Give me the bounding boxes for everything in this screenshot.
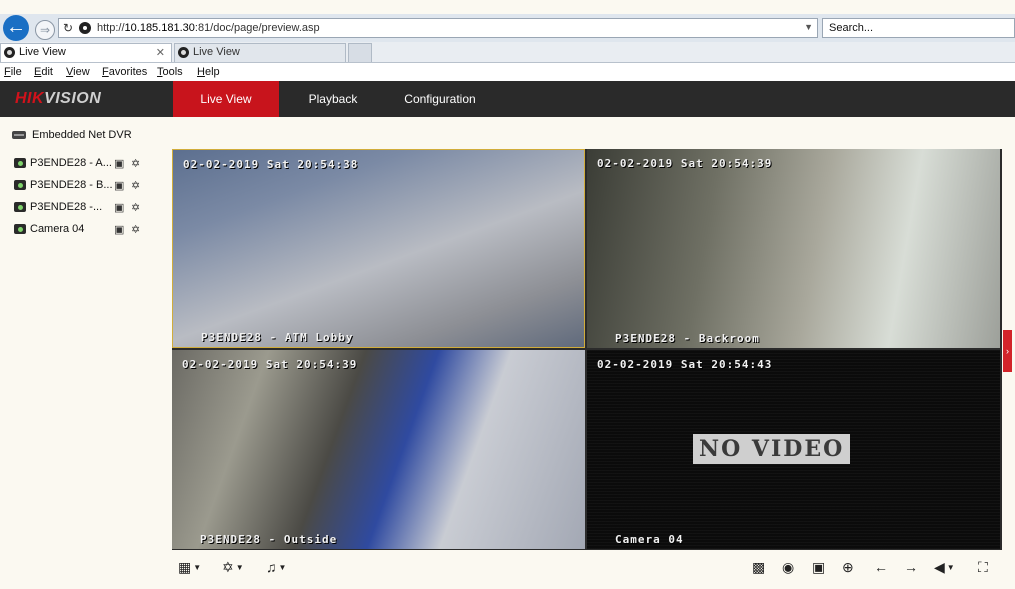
camera-label: P3ENDE28 - B... [30,179,113,191]
menu-file[interactable]: File [4,66,22,78]
browser-tab[interactable]: Live View [174,43,346,62]
close-icon[interactable]: ✕ [156,46,165,59]
zoom-in-icon: ⊕ [842,559,854,575]
url-text: http://10.185.181.30:81/doc/page/preview… [97,22,320,34]
dvr-icon [12,131,26,140]
browser-tab-active[interactable]: Live View ✕ [0,43,172,62]
video-window-1[interactable]: 02-02-2019 Sat 20:54:38 P3ENDE28 - ATM L… [172,149,585,348]
menu-tools[interactable]: Tools [157,66,183,78]
digital-zoom-button[interactable]: ⊕ [842,557,854,577]
video-record-icon: ▣ [812,559,826,575]
record-all-button[interactable]: ▣ [812,557,825,577]
capture-button[interactable]: ◉ [782,557,794,577]
camera-item[interactable]: P3ENDE28 -... ▣ ✡ [14,201,140,217]
device-sidebar: Embedded Net DVR P3ENDE28 - A... ▣ ✡ P3E… [0,117,166,589]
tab-favicon-icon [178,47,189,58]
volume-icon: ◀ [934,559,945,575]
record-icon[interactable]: ▣ [114,201,124,214]
previous-page-button[interactable]: ← [874,557,888,577]
refresh-icon[interactable]: ↻ [63,21,73,35]
record-icon[interactable]: ▣ [114,223,124,236]
url-field[interactable]: ↻ http://10.185.181.30:81/doc/page/previ… [58,18,818,38]
stop-all-button[interactable]: ▩ [752,557,765,577]
camera-icon [14,224,26,235]
search-input[interactable]: Search... [822,18,1015,38]
tab-configuration[interactable]: Configuration [392,81,488,117]
camera-item[interactable]: Camera 04 ▣ ✡ [14,223,140,239]
tab-playback[interactable]: Playback [290,81,376,117]
arrow-left-icon: ← [874,559,888,575]
video-timestamp: 02-02-2019 Sat 20:54:43 [597,358,773,371]
forward-arrow-icon[interactable]: ⇒ [35,20,55,40]
camera-label: Camera 04 [30,223,85,235]
device-label: Embedded Net DVR [32,129,132,141]
app-header: HIKVISION Live View Playback Configurati… [0,81,1015,117]
fullscreen-icon: ⛶ [978,559,988,575]
record-icon[interactable]: ▣ [114,179,124,192]
menu-help[interactable]: Help [197,66,220,78]
stream-type-button[interactable]: ✡ ▼ [222,557,244,577]
arrow-right-icon: → [904,559,918,575]
video-window-3[interactable]: 02-02-2019 Sat 20:54:39 P3ENDE28 - Outsi… [172,350,585,549]
video-window-2[interactable]: 02-02-2019 Sat 20:54:39 P3ENDE28 - Backr… [587,149,1000,348]
no-video-indicator: NO VIDEO [693,434,851,464]
site-favicon-icon [79,22,91,34]
chevron-down-icon: ▼ [193,563,202,573]
fullscreen-button[interactable]: ⛶ [978,557,988,577]
back-arrow-icon[interactable]: ← [3,15,29,41]
menu-edit[interactable]: Edit [34,66,53,78]
live-view-grid: 02-02-2019 Sat 20:54:38 P3ENDE28 - ATM L… [172,149,1002,550]
video-timestamp: 02-02-2019 Sat 20:54:38 [183,158,359,171]
stream-icon: ✡ [222,559,234,575]
ptz-icon[interactable]: ✡ [131,201,140,214]
video-channel-name: P3ENDE28 - Outside [200,533,338,546]
panel-expand-handle[interactable]: › [1003,330,1012,372]
tab-label: Live View [193,46,240,58]
camera-label: P3ENDE28 -... [30,201,103,213]
chevron-down-icon: ▼ [946,563,955,573]
hikvision-logo: HIKVISION [15,90,102,107]
grid-layout-icon: ▦ [178,559,192,575]
ptz-icon[interactable]: ✡ [131,223,140,236]
volume-button[interactable]: ◀ ▼ [934,557,955,577]
menu-favorites[interactable]: Favorites [102,66,147,78]
chevron-down-icon: ▼ [235,563,244,573]
record-icon[interactable]: ▣ [114,157,124,170]
camera-item[interactable]: P3ENDE28 - A... ▣ ✡ [14,157,140,173]
browser-menu-bar: File Edit View Favorites Tools Help [0,63,1015,81]
tab-label: Live View [19,46,66,58]
camera-icon [14,180,26,191]
camera-icon [14,158,26,169]
window-layout-button[interactable]: ▦ ▼ [178,557,201,577]
camera-label: P3ENDE28 - A... [30,157,112,169]
new-tab-button[interactable] [348,43,372,62]
browser-tab-strip: Live View ✕ Live View [0,42,1015,63]
microphone-icon: ♫ [266,559,277,575]
ptz-icon[interactable]: ✡ [131,157,140,170]
two-way-audio-button[interactable]: ♫ ▼ [266,557,286,577]
next-page-button[interactable]: → [904,557,918,577]
video-channel-name: P3ENDE28 - Backroom [615,332,760,345]
video-timestamp: 02-02-2019 Sat 20:54:39 [182,358,358,371]
camera-capture-icon: ◉ [782,559,795,575]
device-tree-root[interactable]: Embedded Net DVR [12,129,132,141]
stop-all-icon: ▩ [752,559,766,575]
video-channel-name: Camera 04 [615,533,684,546]
camera-item[interactable]: P3ENDE28 - B... ▣ ✡ [14,179,140,195]
tab-favicon-icon [4,47,15,58]
ptz-icon[interactable]: ✡ [131,179,140,192]
menu-view[interactable]: View [66,66,90,78]
url-dropdown-icon[interactable]: ▼ [804,22,813,32]
camera-icon [14,202,26,213]
tab-live-view[interactable]: Live View [173,81,279,117]
live-view-toolbar: ▦ ▼ ✡ ▼ ♫ ▼ ▩ ◉ ▣ ⊕ ← → ◀ ▼ ⛶ [172,553,1002,583]
video-channel-name: P3ENDE28 - ATM Lobby [201,331,354,344]
browser-address-bar: ← ⇒ ↻ http://10.185.181.30:81/doc/page/p… [0,14,1015,43]
chevron-down-icon: ▼ [278,563,287,573]
video-window-4[interactable]: 02-02-2019 Sat 20:54:43 NO VIDEO Camera … [587,350,1000,549]
video-timestamp: 02-02-2019 Sat 20:54:39 [597,157,773,170]
